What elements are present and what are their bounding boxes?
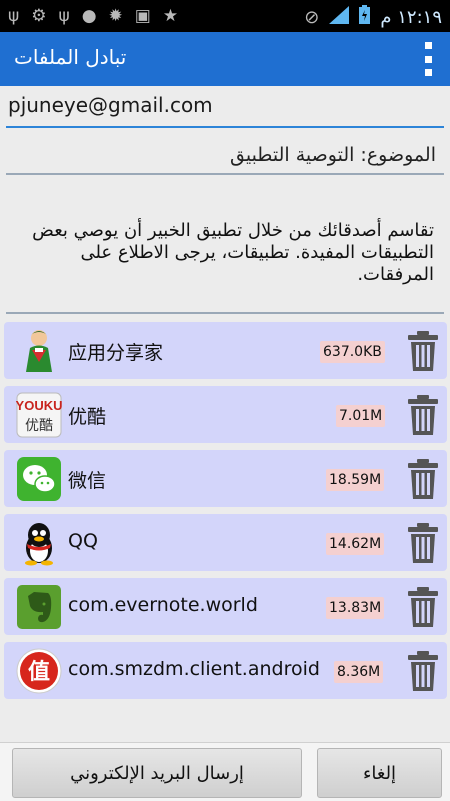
attachment-size: 637.0KB xyxy=(320,341,385,363)
overflow-menu-icon[interactable] xyxy=(425,42,433,76)
settings-gear-icon: ✹ xyxy=(108,6,123,26)
android-face-icon: ● xyxy=(81,6,97,26)
youku-logo-text: YOUKU xyxy=(16,398,62,413)
share-expert-app-icon xyxy=(26,330,52,372)
attachment-size: 18.59M xyxy=(326,469,385,491)
cancel-button[interactable]: إلغاء xyxy=(317,748,442,798)
attachment-name: 微信 xyxy=(68,470,107,492)
attachment-size: 13.83M xyxy=(326,597,385,619)
attachment-name: com.smzdm.client.android xyxy=(68,658,320,680)
subject-value: الموضوع: التوصية التطبيق xyxy=(229,144,436,166)
youku-app-icon: YOUKU 优酷 xyxy=(16,392,62,438)
smzdm-logo-text: 值 xyxy=(28,659,50,685)
attachment-size: 8.36M xyxy=(334,661,384,683)
attachment-row: QQ 14.62M xyxy=(4,514,447,571)
smzdm-app-icon: 值 xyxy=(16,648,62,694)
attachment-name: 优酷 xyxy=(68,406,107,428)
youku-logo-text-cn: 优酷 xyxy=(25,418,53,434)
usb-icon: ψ xyxy=(8,6,20,26)
wechat-app-icon xyxy=(17,457,61,501)
attachment-name: QQ xyxy=(68,530,98,552)
usb-icon: ψ xyxy=(58,6,70,26)
star-icon: ★ xyxy=(162,6,179,26)
recipient-value: pjuneye@gmail.com xyxy=(8,93,213,117)
attachment-row: 应用分享家 637.0KB xyxy=(4,322,447,379)
signal-icon xyxy=(329,5,350,29)
delete-trash-icon[interactable] xyxy=(406,586,440,628)
image-icon: ▣ xyxy=(134,6,151,26)
attachment-row: YOUKU 优酷 优酷 7.01M xyxy=(4,386,447,443)
delete-trash-icon[interactable] xyxy=(406,650,440,692)
delete-trash-icon[interactable] xyxy=(406,522,440,564)
delete-trash-icon[interactable] xyxy=(406,458,440,500)
send-email-button[interactable]: إرسال البريد الإلكتروني xyxy=(12,748,302,798)
qq-app-icon xyxy=(25,523,53,566)
mute-icon: ⊘ xyxy=(304,6,320,28)
attachment-size: 14.62M xyxy=(326,533,385,555)
delete-trash-icon[interactable] xyxy=(406,394,440,436)
message-body-field[interactable]: تقاسم أصدقائك من خلال تطبيق الخبير أن يو… xyxy=(6,220,444,314)
attachment-name: com.evernote.world xyxy=(68,594,258,616)
battery-charging-icon xyxy=(359,5,371,29)
evernote-app-icon xyxy=(17,585,61,629)
android-debug-icon: ⚙ xyxy=(31,6,47,26)
page-title: تبادل الملفات xyxy=(14,45,127,69)
clock: ١٢:١٩ م xyxy=(380,6,442,28)
delete-trash-icon[interactable] xyxy=(406,330,440,372)
attachment-size: 7.01M xyxy=(336,405,386,427)
attachment-row: 微信 18.59M xyxy=(4,450,447,507)
attachment-name: 应用分享家 xyxy=(68,342,164,364)
attachment-row: com.evernote.world 13.83M xyxy=(4,578,447,635)
message-body-value: تقاسم أصدقائك من خلال تطبيق الخبير أن يو… xyxy=(32,220,434,285)
recipient-field[interactable]: pjuneye@gmail.com xyxy=(6,90,444,128)
status-bar: ψ ⚙ ψ ● ✹ ▣ ★ ⊘ ١٢:١٩ م xyxy=(0,0,450,32)
attachment-row: 值 com.smzdm.client.android 8.36M xyxy=(4,642,447,699)
action-bar: إرسال البريد الإلكتروني إلغاء xyxy=(0,742,450,801)
subject-field[interactable]: الموضوع: التوصية التطبيق xyxy=(6,137,444,175)
app-bar: تبادل الملفات xyxy=(0,32,450,86)
